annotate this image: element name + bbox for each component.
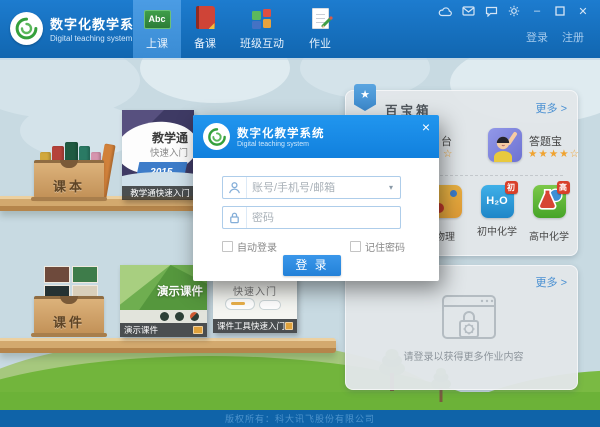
junior-chemistry-label: 初中化学 [477,227,517,238]
login-dialog-header: 数字化教学系统 Digital teaching system × [193,115,439,158]
account-field: ▾ [222,176,401,199]
checkbox-box[interactable] [222,241,233,252]
flask-icon: 高 [532,181,570,218]
auth-links: 登录 注册 [526,29,584,45]
maximize-icon[interactable] [553,5,567,17]
answer-treasure-label: 答题宝 [529,136,562,148]
textbook-box-label: 课本 [52,179,85,194]
courseware-thumbnail [44,266,70,283]
dialog-title: 数字化教学系统 [237,128,325,140]
app-header: – ✕ 数字化教学系统 Digital teaching system Abc [0,0,600,58]
junior-badge: 初 [504,181,518,194]
green-swirl-logo-icon [203,123,230,150]
raise-hand-kid-icon [494,132,517,162]
account-input[interactable] [247,181,382,194]
answer-treasure-app-icon[interactable] [488,128,522,162]
chart-circle [175,312,184,321]
hidden-app-label: 台 [441,136,452,148]
hidden-app-rating: ☆ [443,148,453,160]
teaching-guide-subtitle: 快速入门 [149,148,188,159]
homework-panel: 更多 > 请登录以获得更多作业内容 [345,265,578,390]
nav-tabs: Abc 上课 备课 班级互动 作业 [133,0,345,58]
gear-icon[interactable] [507,5,521,17]
homework-more-link[interactable]: 更多 > [536,274,567,290]
h2o-icon: H₂O 初 [480,181,518,218]
auto-login-checkbox[interactable]: 自动登录 [222,239,277,254]
senior-chemistry-label: 高中化学 [529,232,569,243]
cover-wave [122,172,194,186]
answer-treasure-rating: ★★★★☆ [528,148,581,160]
login-link[interactable]: 登录 [526,29,548,45]
cloud-shape [140,58,290,103]
app-logo: 数字化教学系统 Digital teaching system [10,12,148,45]
auto-login-label: 自动登录 [237,243,277,254]
lock-icon [223,207,247,228]
treasure-more-link[interactable]: 更多 > [536,100,567,116]
close-icon[interactable]: ✕ [576,5,590,18]
senior-badge: 高 [556,181,570,194]
box-base [31,333,107,337]
shield-star-icon: ★ [354,84,376,111]
ppt-icon [193,326,203,334]
color-grid-icon [252,5,272,29]
paper-pencil-icon [311,5,333,29]
chart-circle [160,312,169,321]
homework-empty-text: 请登录以获得更多作业内容 [403,352,524,363]
user-icon [223,177,247,198]
ppt-icon [285,322,293,330]
tab-zuoye[interactable]: 作业 [295,0,345,58]
chalkboard-abc-icon: Abc [143,5,171,29]
chat-icon[interactable] [484,5,498,17]
demo-cover-title: 演示课件 [157,286,203,298]
doodle-dash [231,302,245,305]
app-window: 课本 教学通 快速入门 2015 教学通快速入门 课件 [0,0,600,427]
ground [0,392,600,410]
dialog-close-icon[interactable]: × [422,120,430,134]
senior-chemistry-app[interactable]: 高 高中化学 [527,181,571,243]
chart-circle [190,312,199,321]
tab-banji-hudong[interactable]: 班级互动 [229,0,295,58]
tool-caption: 课件工具快速入门 [213,319,297,333]
box-base [31,197,107,201]
remember-password-label: 记住密码 [365,243,405,254]
textbook-box[interactable]: 课本 [34,160,104,198]
teaching-guide-title: 教学通 [151,131,188,145]
mail-icon[interactable] [461,5,475,17]
chevron-down-icon[interactable]: ▾ [382,183,400,192]
minimize-icon[interactable]: – [530,5,544,17]
locked-browser-icon [442,295,496,339]
checkbox-box[interactable] [350,241,361,252]
teaching-guide-caption: 教学通快速入门 [122,186,194,200]
junior-chemistry-app[interactable]: H₂O 初 初中化学 [475,181,519,238]
tool-cover-title: 快速入门 [233,287,277,298]
wooden-shelf-bottom [0,338,336,353]
box-notch [60,160,78,168]
teaching-guide-cover: 教学通 快速入门 2015 [122,110,194,186]
password-input[interactable] [247,211,400,224]
tab-shangke[interactable]: Abc 上课 [133,0,181,58]
demo-chart-strip [120,310,207,323]
login-submit-button[interactable]: 登 录 [283,255,341,276]
register-link[interactable]: 注册 [562,29,584,45]
login-dialog: 数字化教学系统 Digital teaching system × ▾ 自动登录… [193,115,439,281]
copyright-text: 版权所有：科大讯飞股份有限公司 [224,414,375,424]
password-field [222,206,401,229]
speech-bubble [259,300,281,310]
box-notch [60,296,78,304]
tab-beike[interactable]: 备课 [181,0,229,58]
teaching-guide-card[interactable]: 教学通 快速入门 2015 教学通快速入门 [122,110,194,200]
courseware-box[interactable]: 课件 [34,296,104,334]
titlebar-controls: – ✕ [438,5,590,18]
green-swirl-logo-icon [10,12,43,45]
courseware-thumbnail [72,266,98,283]
courseware-box-label: 课件 [52,315,85,330]
footer-bar: 版权所有：科大讯飞股份有限公司 [0,410,600,427]
cloud-icon[interactable] [438,5,452,17]
demo-caption: 演示课件 [120,323,207,337]
remember-password-checkbox[interactable]: 记住密码 [350,239,405,254]
red-book-icon [195,5,215,29]
dialog-subtitle: Digital teaching system [237,141,309,148]
